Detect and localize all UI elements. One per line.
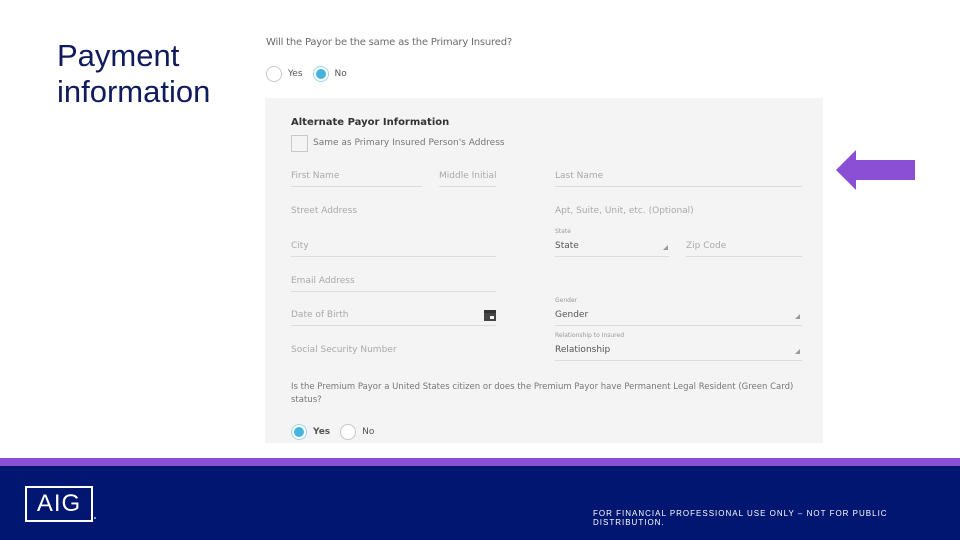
alternate-payor-panel: Alternate Payor Information Same as Prim… bbox=[265, 98, 823, 443]
street-address-placeholder: Street Address bbox=[291, 206, 358, 216]
middle-initial-field[interactable]: Middle Initial bbox=[439, 167, 497, 187]
citizen-question: Is the Premium Payor a United States cit… bbox=[291, 382, 794, 405]
apt-suite-placeholder: Apt, Suite, Unit, etc. (Optional) bbox=[555, 206, 694, 216]
same-address-checkbox[interactable] bbox=[291, 135, 308, 152]
email-address-placeholder: Email Address bbox=[291, 276, 355, 286]
first-name-placeholder: First Name bbox=[291, 171, 340, 181]
footer-stripe bbox=[0, 458, 960, 466]
alternate-payor-title: Alternate Payor Information bbox=[291, 117, 450, 128]
city-field[interactable]: City bbox=[291, 237, 496, 257]
footer-bar bbox=[0, 466, 960, 540]
email-address-field[interactable]: Email Address bbox=[291, 272, 496, 292]
relationship-value: Relationship bbox=[555, 345, 611, 355]
citizen-yes-label[interactable]: Yes bbox=[313, 427, 330, 437]
slide-title-line-1: Payment bbox=[57, 38, 180, 73]
aig-logo: AIG bbox=[25, 486, 93, 522]
ssn-placeholder: Social Security Number bbox=[291, 345, 397, 355]
citizen-no-radio[interactable] bbox=[340, 424, 357, 440]
gender-value: Gender bbox=[555, 310, 589, 320]
citizen-no-label[interactable]: No bbox=[362, 427, 374, 437]
state-dropdown-caret-icon bbox=[663, 245, 668, 250]
payor-same-yes-radio[interactable] bbox=[266, 66, 282, 82]
gender-dropdown-caret-icon bbox=[795, 314, 800, 319]
payor-same-yes-label[interactable]: Yes bbox=[288, 69, 303, 79]
city-placeholder: City bbox=[291, 241, 309, 251]
arrow-shape bbox=[836, 150, 915, 190]
calendar-icon[interactable] bbox=[484, 310, 496, 321]
same-address-label[interactable]: Same as Primary Insured Person's Address bbox=[313, 138, 505, 148]
citizen-radio-group: Yes No bbox=[291, 424, 384, 440]
zip-code-field[interactable]: Zip Code bbox=[686, 237, 802, 257]
date-of-birth-placeholder: Date of Birth bbox=[291, 310, 349, 320]
street-address-field[interactable]: Street Address bbox=[291, 202, 496, 222]
slide-title-line-2: information bbox=[57, 74, 211, 109]
last-name-placeholder: Last Name bbox=[555, 171, 604, 181]
payor-same-no-label[interactable]: No bbox=[335, 69, 347, 79]
footer-disclaimer: FOR FINANCIAL PROFESSIONAL USE ONLY – NO… bbox=[593, 509, 888, 527]
state-value: State bbox=[555, 241, 579, 251]
middle-initial-placeholder: Middle Initial bbox=[439, 171, 497, 181]
gender-label: Gender bbox=[555, 297, 578, 304]
zip-code-placeholder: Zip Code bbox=[686, 241, 727, 251]
payor-same-no-radio[interactable] bbox=[312, 66, 329, 82]
apt-suite-field[interactable]: Apt, Suite, Unit, etc. (Optional) bbox=[555, 202, 802, 222]
state-label: State bbox=[555, 228, 571, 235]
logo-registered-mark bbox=[94, 517, 96, 519]
relationship-dropdown-caret-icon bbox=[795, 349, 800, 354]
slide-title: Payment information bbox=[57, 38, 210, 110]
arrow-left-icon bbox=[836, 150, 915, 190]
gender-select[interactable]: Gender Gender bbox=[555, 297, 802, 326]
ssn-field[interactable]: Social Security Number bbox=[291, 341, 496, 361]
state-select[interactable]: State State bbox=[555, 228, 670, 257]
relationship-label: Relationship to Insured bbox=[555, 332, 625, 339]
relationship-select[interactable]: Relationship to Insured Relationship bbox=[555, 332, 802, 361]
payor-same-question: Will the Payor be the same as the Primar… bbox=[266, 37, 512, 48]
date-of-birth-field[interactable]: Date of Birth bbox=[291, 306, 496, 326]
citizen-yes-radio[interactable] bbox=[291, 424, 307, 440]
last-name-field[interactable]: Last Name bbox=[555, 167, 802, 187]
payor-same-radio-group: Yes No bbox=[266, 66, 357, 82]
first-name-field[interactable]: First Name bbox=[291, 167, 422, 187]
